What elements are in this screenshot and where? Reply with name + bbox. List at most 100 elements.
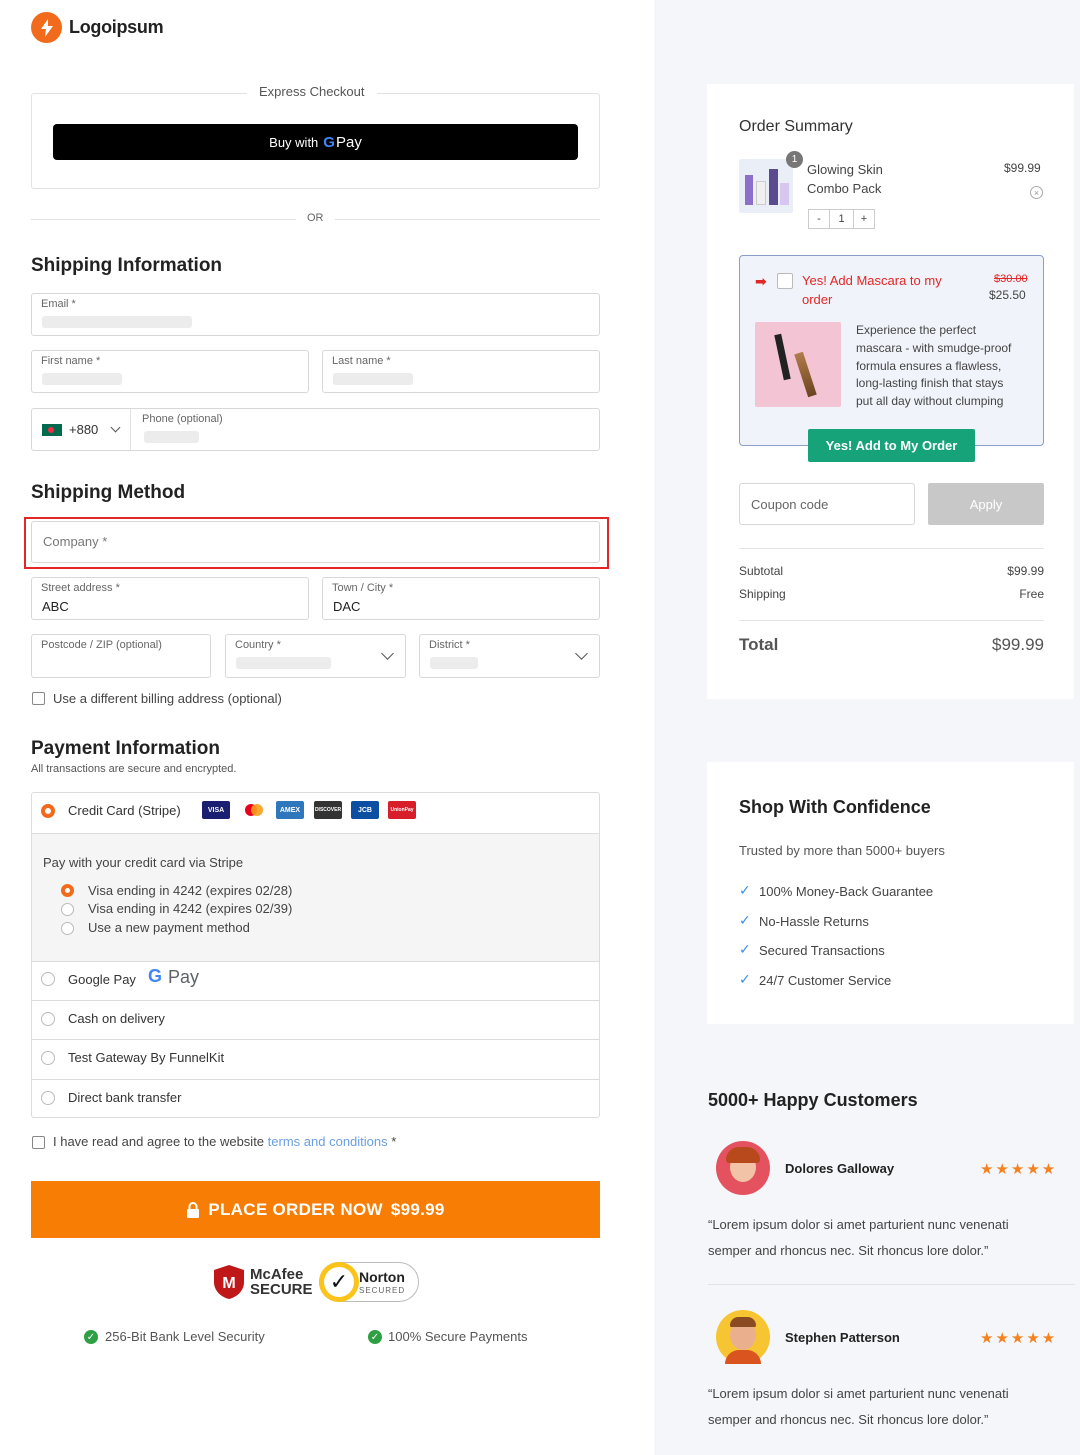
qty-plus-button[interactable]: + [853,210,874,228]
avatar [716,1310,770,1364]
bank-transfer-radio[interactable] [41,1091,55,1105]
apply-coupon-button[interactable]: Apply [928,483,1044,525]
billing-address-checkbox[interactable] [32,692,45,705]
star-rating: ★★★★★ [980,1330,1058,1347]
town-city-field[interactable]: Town / City * DAC [322,577,600,620]
postcode-label: Postcode / ZIP (optional) [41,639,162,651]
upsell-desc-line: mascara - with smudge-proof [856,340,1012,355]
total-value: $99.99 [992,635,1044,654]
buy-with-gpay-button[interactable]: Buy with G Pay [53,124,578,160]
street-address-field[interactable]: Street address * ABC [31,577,309,620]
test-gateway-radio[interactable] [41,1051,55,1065]
mcafee-top: McAfee [250,1266,304,1283]
last-name-label: Last name * [332,355,391,367]
cod-radio[interactable] [41,1012,55,1026]
testimonial-quote-line: “Lorem ipsum dolor si amet parturient nu… [708,1386,1009,1401]
upsell-headline[interactable]: Yes! Add Mascara to my order [802,271,942,309]
first-name-value-blurred [42,373,122,385]
shipping-info-title: Shipping Information [31,255,223,276]
brand-name: Logoipsum [69,17,164,37]
saved-card-1-radio[interactable] [61,884,74,897]
upsell-checkbox[interactable] [777,273,793,289]
upsell-old-price: $30.00 [994,273,1028,285]
phone-divider [130,409,131,450]
divider [739,548,1044,549]
security-feature-1: 256-Bit Bank Level Security [105,1329,265,1344]
chevron-down-icon[interactable] [110,422,121,433]
coupon-placeholder: Coupon code [751,497,829,512]
saved-card-2-radio[interactable] [61,903,74,916]
item-quantity-badge: 1 [786,151,803,168]
bank-transfer-label: Direct bank transfer [68,1090,182,1105]
qty-minus-button[interactable]: - [809,210,830,228]
upsell-description: Experience the perfect mascara - with sm… [856,322,1011,411]
postcode-field[interactable]: Postcode / ZIP (optional) [31,634,211,678]
gpay-pay-text: Pay [168,967,200,987]
district-select[interactable]: District * [419,634,600,678]
company-field[interactable]: Company * [31,521,600,563]
upsell-desc-line: put all day without clumping [856,394,1004,409]
new-payment-label: Use a new payment method [88,920,250,935]
terms-link[interactable]: terms and conditions [268,1134,388,1149]
svg-text:M: M [222,1275,235,1292]
chevron-down-icon[interactable] [381,647,394,660]
bangladesh-flag-icon [42,424,62,436]
email-field[interactable]: Email * [31,293,600,336]
brand-logo[interactable]: Logoipsum [31,12,164,43]
saved-card-1-label: Visa ending in 4242 (expires 02/28) [88,883,293,898]
confidence-title: Shop With Confidence [739,797,931,817]
visa-icon: VISA [202,801,230,819]
total-label: Total [739,635,779,654]
chevron-down-icon[interactable] [575,647,588,660]
payment-info-title: Payment Information [31,738,220,759]
norton-top: Norton [359,1269,405,1285]
mcafee-badge: M McAfee SECURE [212,1264,313,1300]
place-order-amount: $99.99 [390,1199,445,1219]
payment-subtitle: All transactions are secure and encrypte… [31,763,237,775]
street-address-value: ABC [42,599,69,614]
saved-card-2-label: Visa ending in 4242 (expires 02/39) [88,901,293,916]
country-select[interactable]: Country * [225,634,406,678]
last-name-field[interactable]: Last name * [322,350,600,393]
mascara-image [755,322,841,407]
place-order-button[interactable]: PLACE ORDER NOW $99.99 [31,1181,600,1238]
confidence-item: 100% Money-Back Guarantee [759,884,934,899]
gpay-button-prefix: Buy with [269,134,319,150]
company-placeholder: Company * [43,534,108,549]
discover-icon: DISCOVER [314,801,342,819]
terms-checkbox[interactable] [32,1136,45,1149]
coupon-input[interactable]: Coupon code [739,483,915,525]
first-name-field[interactable]: First name * [31,350,309,393]
testimonial-quote-line: “Lorem ipsum dolor si amet parturient nu… [708,1217,1009,1232]
google-pay-radio[interactable] [41,972,55,986]
test-gateway-label: Test Gateway By FunnelKit [68,1050,225,1065]
google-g-icon: G [323,133,335,151]
add-to-order-button[interactable]: Yes! Add to My Order [808,429,975,462]
quantity-stepper: - 1 + [808,209,875,229]
country-code[interactable]: +880 [69,422,98,437]
testimonial-name: Stephen Patterson [785,1330,900,1345]
arrow-right-icon: ➡ [755,273,767,289]
email-label: Email * [41,298,76,310]
qty-value[interactable]: 1 [830,210,853,228]
google-g-icon: G [148,966,163,986]
testimonial-quote-line: semper and rhoncus nec. Sit rhoncus lore… [708,1412,989,1427]
gpay-button-pay: Pay [335,133,362,151]
subtotal-label: Subtotal [739,564,784,578]
billing-address-label: Use a different billing address (optiona… [53,691,282,706]
phone-field[interactable]: +880 Phone (optional) [31,408,600,451]
new-payment-radio[interactable] [61,922,74,935]
order-summary-title: Order Summary [739,118,853,135]
credit-card-radio[interactable] [41,804,55,818]
item-name: Glowing Skin Combo Pack [807,160,883,198]
credit-card-label: Credit Card (Stripe) [68,803,181,818]
upsell-new-price: $25.50 [989,288,1026,302]
remove-item-icon[interactable]: × [1030,186,1043,199]
cod-label: Cash on delivery [68,1011,165,1026]
testimonials-title: 5000+ Happy Customers [708,1090,918,1110]
terms-text: I have read and agree to the website ter… [53,1134,396,1149]
confidence-item: No-Hassle Returns [759,914,869,929]
mastercard-icon [240,801,268,819]
amex-icon: AMEX [276,801,304,819]
item-name-line1: Glowing Skin [807,162,883,177]
